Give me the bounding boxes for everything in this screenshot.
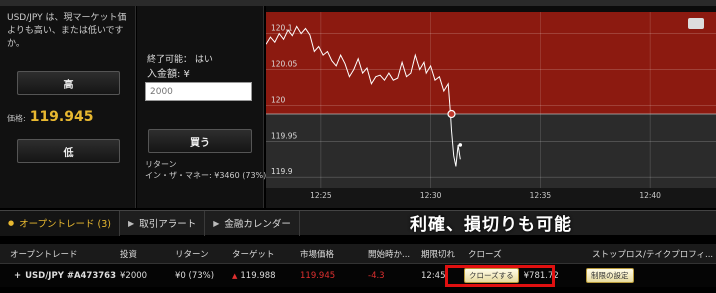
buy-button[interactable]: 買う xyxy=(148,129,252,153)
chart-y-tick-label: 119.95 xyxy=(271,131,297,140)
active-dot-icon: ● xyxy=(8,219,15,227)
chart-below-strike-zone xyxy=(266,114,716,188)
col-header-target: ターゲット xyxy=(232,249,275,260)
limit-cell: 制限の設定 xyxy=(586,264,634,287)
chart-x-tick-label: 12:35 xyxy=(530,191,552,200)
chart-x-tick-label: 12:25 xyxy=(310,191,332,200)
order-panel: 終了可能： はい 入金額: ¥ 買う リターン イン・ザ・マネー: ¥3460 … xyxy=(137,6,267,208)
col-header-market-price: 市場価格 xyxy=(300,249,335,260)
col-header-since-open: 開始時か... xyxy=(368,249,411,260)
col-header-investment: 投資 xyxy=(120,249,138,260)
chart-current-point xyxy=(458,143,463,147)
bottom-tabs-bar: ● オープントレード (3) ▶ 取引アラート ▶ 金融カレンダー xyxy=(0,210,716,236)
direction-panel: USD/JPY は、現マーケット価よりも高い、または低いですか。 高 価格: 1… xyxy=(0,6,136,208)
expand-plus-icon[interactable]: + xyxy=(14,271,21,281)
chart-y-tick-label: 120.05 xyxy=(271,59,297,68)
chart-y-tick-label: 119.9 xyxy=(271,167,293,176)
return-label: リターン xyxy=(145,160,177,169)
set-limit-button[interactable]: 制限の設定 xyxy=(586,268,634,283)
price-chart-svg: 119.9119.95120120.05120.112:25 12:30 12:35… xyxy=(266,12,716,208)
low-button[interactable]: 低 xyxy=(17,139,120,163)
price-value: 119.945 xyxy=(29,109,94,125)
amount-input[interactable] xyxy=(145,82,252,101)
col-header-stop-loss: ストップロス/テイクプロフィ... xyxy=(592,249,714,260)
chart-expand-icon xyxy=(688,18,704,29)
table-row[interactable]: + USD/JPY #A473763 ¥2000 ¥0 (73%) ▲ 119.… xyxy=(0,264,716,287)
end-possible-text: 終了可能： はい xyxy=(147,55,213,65)
col-header-open-trades: オープントレード xyxy=(10,249,78,260)
high-button[interactable]: 高 xyxy=(17,71,120,95)
col-header-expiry: 期限切れ xyxy=(421,249,456,260)
price-chart[interactable]: 119.9 119.95 120 120.05 120.1 12:25 12:30 12:35… xyxy=(266,6,716,208)
tab-open-trades[interactable]: ● オープントレード (3) xyxy=(0,210,121,236)
chart-entry-marker xyxy=(447,109,456,119)
price-label: 価格: xyxy=(7,114,26,123)
in-the-money-text: イン・ザ・マネー: ¥3460 (73%) xyxy=(145,171,267,180)
deposit-label: 入金額: ¥ xyxy=(147,69,190,80)
target-cell: ▲ 119.988 xyxy=(232,264,276,287)
trade-symbol-cell: + USD/JPY #A473763 xyxy=(14,264,116,287)
chart-x-tick-label: 12:30 xyxy=(420,191,442,200)
trade-symbol: USD/JPY #A473763 xyxy=(25,270,117,281)
tab-open-trades-label: オープントレード (3) xyxy=(19,219,112,230)
chart-y-tick-label: 120 xyxy=(271,95,286,104)
caret-right-icon: ▶ xyxy=(213,218,220,228)
col-header-return: リターン xyxy=(175,249,209,260)
market-price-value: 119.945 xyxy=(300,270,336,281)
investment-value: ¥2000 xyxy=(120,270,148,281)
change-value: -4.3 xyxy=(368,270,385,281)
tab-economic-calendar-label: 金融カレンダー xyxy=(224,219,291,230)
tab-economic-calendar[interactable]: ▶ 金融カレンダー xyxy=(205,210,300,236)
expiry-value: 12:45 xyxy=(421,270,446,281)
col-header-close: クローズ xyxy=(468,249,502,260)
tab-trade-alerts[interactable]: ▶ 取引アラート xyxy=(120,210,206,236)
caret-right-icon: ▶ xyxy=(128,218,135,228)
up-arrow-icon: ▲ xyxy=(232,271,238,280)
close-highlight-box xyxy=(445,265,555,287)
table-header: オープントレード 投資 リターン ターゲット 市場価格 開始時か... 期限切れ… xyxy=(0,244,716,264)
return-value: ¥0 (73%) xyxy=(175,270,215,281)
overlay-caption: 利確、損切りも可能 xyxy=(410,215,572,235)
chart-x-tick-label: 12:40 xyxy=(639,191,661,200)
price-row: 価格: 119.945 xyxy=(7,109,93,125)
target-value: 119.988 xyxy=(240,270,276,281)
tab-trade-alerts-label: 取引アラート xyxy=(139,219,197,230)
direction-question: USD/JPY は、現マーケット価よりも高い、または低いですか。 xyxy=(7,13,127,49)
